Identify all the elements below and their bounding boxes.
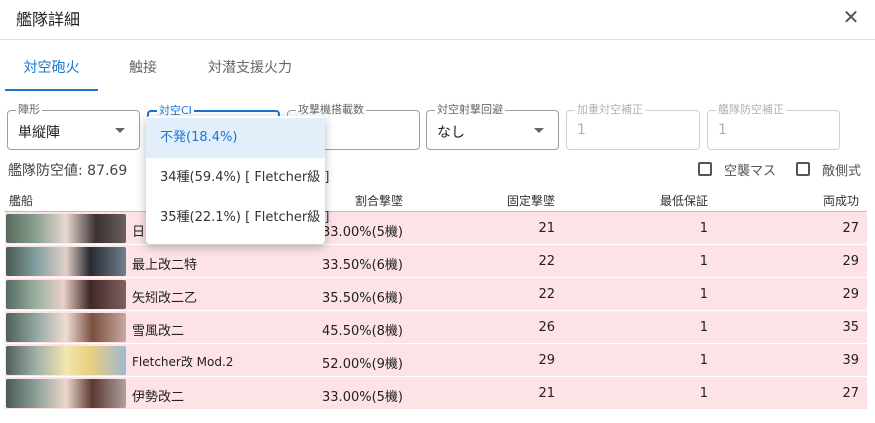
active-tab-indicator xyxy=(5,89,98,91)
weighted-aa-value: 1 xyxy=(577,122,586,138)
ship-name: 矢矧改二乙 xyxy=(132,291,198,306)
ratio-value: 35.50%(6機) xyxy=(322,291,403,306)
both-value: 27 xyxy=(842,221,859,236)
table-row[interactable]: Fletcher改 Mod.2 52.00%(9機) 29 1 39 xyxy=(5,344,867,377)
dialog-title: 艦隊詳細 xyxy=(16,10,81,29)
header-both: 両成功 xyxy=(822,194,859,208)
chevron-down-icon xyxy=(115,128,125,133)
table-row[interactable]: 雪風改二 45.50%(8機) 26 1 35 xyxy=(5,311,867,344)
aa-evasion-value: なし xyxy=(437,125,465,141)
ship-banner-image xyxy=(6,313,126,342)
header-min: 最低保証 xyxy=(659,194,708,208)
table-header: 艦船 割合撃墜 固定撃墜 最低保証 両成功 xyxy=(5,186,867,212)
ship-banner-image xyxy=(6,247,126,276)
ship-banner-image xyxy=(6,280,126,309)
dropdown-option[interactable]: 不発(18.4%) xyxy=(146,118,325,158)
fixed-value: 21 xyxy=(538,386,555,401)
min-value: 1 xyxy=(699,386,708,401)
fleet-aa-stat: 艦隊防空値: 87.69 xyxy=(8,163,128,179)
table-row[interactable]: 最上改二特 33.50%(6機) 22 1 29 xyxy=(5,245,867,278)
aa-evasion-select[interactable]: 対空射撃回避 なし xyxy=(426,103,559,150)
header-fixed: 固定撃墜 xyxy=(506,194,555,208)
aa-cutin-dropdown-menu: 不発(18.4%) 34種(59.4%) [ Fletcher級 ] 35種(2… xyxy=(146,116,329,244)
ship-name: Fletcher改 Mod.2 xyxy=(132,355,234,369)
enemy-side-label: 敵側式 xyxy=(822,163,862,179)
table-row[interactable]: 日 33.00%(5機) 21 1 27 xyxy=(5,212,867,245)
min-value: 1 xyxy=(699,287,708,302)
min-value: 1 xyxy=(699,353,708,368)
formation-select[interactable]: 陣形 単縦陣 xyxy=(7,103,140,150)
weighted-aa-label: 加重対空補正 xyxy=(575,103,645,117)
min-value: 1 xyxy=(699,254,708,269)
ship-table: 艦船 割合撃墜 固定撃墜 最低保証 両成功 日 33.00%(5機) 21 1 … xyxy=(5,186,867,410)
dialog-header: 艦隊詳細 ✕ xyxy=(0,0,875,40)
dropdown-option[interactable]: 34種(59.4%) [ Fletcher級 ] xyxy=(146,158,329,198)
fixed-value: 21 xyxy=(538,221,555,236)
ship-name: 最上改二特 xyxy=(132,258,198,273)
ship-name: 伊勢改二 xyxy=(132,390,185,405)
formation-label: 陣形 xyxy=(16,103,42,117)
header-ship: 艦船 xyxy=(9,194,34,208)
fixed-value: 22 xyxy=(538,254,555,269)
ratio-value: 33.00%(5機) xyxy=(322,390,403,405)
tab-asw-support[interactable]: 対潜支援火力 xyxy=(190,48,310,92)
tab-anti-air-fire[interactable]: 対空砲火 xyxy=(5,48,98,92)
both-value: 29 xyxy=(842,254,859,269)
attack-planes-label: 攻撃機搭載数 xyxy=(296,103,366,117)
table-row[interactable]: 矢矧改二乙 35.50%(6機) 22 1 29 xyxy=(5,278,867,311)
air-raid-label: 空襲マス xyxy=(724,163,777,179)
enemy-side-checkbox[interactable]: 敵側式 xyxy=(796,160,862,179)
chevron-down-icon xyxy=(534,128,544,133)
tab-contact[interactable]: 触接 xyxy=(113,48,173,92)
fleet-aa-label: 艦隊防空補正 xyxy=(716,103,786,117)
dropdown-option[interactable]: 35種(22.1%) [ Fletcher級 ] xyxy=(146,198,329,238)
air-raid-checkbox[interactable]: 空襲マス xyxy=(698,160,777,179)
ship-banner-image xyxy=(6,379,126,408)
min-value: 1 xyxy=(699,221,708,236)
fleet-aa-value: 1 xyxy=(718,122,727,138)
close-icon[interactable]: ✕ xyxy=(840,6,862,28)
aa-evasion-label: 対空射撃回避 xyxy=(435,103,505,117)
ship-banner-image xyxy=(6,214,126,243)
header-ratio: 割合撃墜 xyxy=(354,194,403,208)
checkbox-icon[interactable] xyxy=(698,162,712,176)
formation-value: 単縦陣 xyxy=(18,125,60,141)
fleet-aa-input[interactable]: 艦隊防空補正 1 xyxy=(707,103,840,150)
ship-name: 雪風改二 xyxy=(132,324,185,339)
min-value: 1 xyxy=(699,320,708,335)
ship-banner-image xyxy=(6,346,126,375)
checkbox-icon[interactable] xyxy=(796,162,810,176)
fixed-value: 26 xyxy=(538,320,555,335)
fixed-value: 29 xyxy=(538,353,555,368)
both-value: 27 xyxy=(842,386,859,401)
both-value: 29 xyxy=(842,287,859,302)
table-row[interactable]: 伊勢改二 33.00%(5機) 21 1 27 xyxy=(5,377,867,410)
ratio-value: 52.00%(9機) xyxy=(322,357,403,372)
both-value: 35 xyxy=(842,320,859,335)
fixed-value: 22 xyxy=(538,287,555,302)
weighted-aa-input[interactable]: 加重対空補正 1 xyxy=(566,103,700,150)
ship-name: 日 xyxy=(132,225,146,240)
ratio-value: 33.50%(6機) xyxy=(322,258,403,273)
both-value: 39 xyxy=(842,353,859,368)
ratio-value: 45.50%(8機) xyxy=(322,324,403,339)
